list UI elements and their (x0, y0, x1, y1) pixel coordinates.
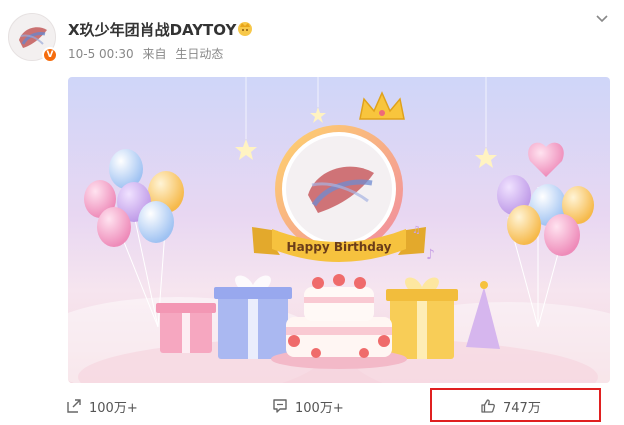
post-source: 生日动态 (175, 47, 224, 61)
like-count: 747万 (503, 400, 541, 416)
svg-text:♪: ♪ (426, 247, 435, 263)
comment-count: 100万+ (295, 400, 344, 416)
avatar[interactable]: V (8, 13, 58, 63)
source-prefix: 来自 (142, 47, 167, 61)
chevron-down-icon[interactable] (594, 10, 610, 26)
banner-text: Happy Birthday (287, 240, 392, 254)
verified-badge: V (42, 47, 58, 63)
comment-icon (273, 399, 287, 413)
post-meta: 10-5 00:30 来自 生日动态 (68, 45, 228, 62)
repost-count: 100万+ (89, 400, 138, 416)
post-image[interactable]: Happy Birthday ♪ ♫ (68, 77, 610, 383)
username[interactable]: X玖少年团肖战DAYTOY (68, 19, 236, 40)
post-timestamp[interactable]: 10-5 00:30 (68, 47, 134, 61)
thumbs-up-icon (481, 399, 495, 413)
like-button[interactable]: 747万 (480, 396, 541, 416)
repost-icon (67, 399, 81, 413)
comment-button[interactable]: 100万+ (272, 396, 344, 416)
crown-gold-icon (236, 19, 254, 37)
svg-text:♫: ♫ (412, 225, 421, 236)
repost-button[interactable]: 100万+ (66, 396, 138, 416)
